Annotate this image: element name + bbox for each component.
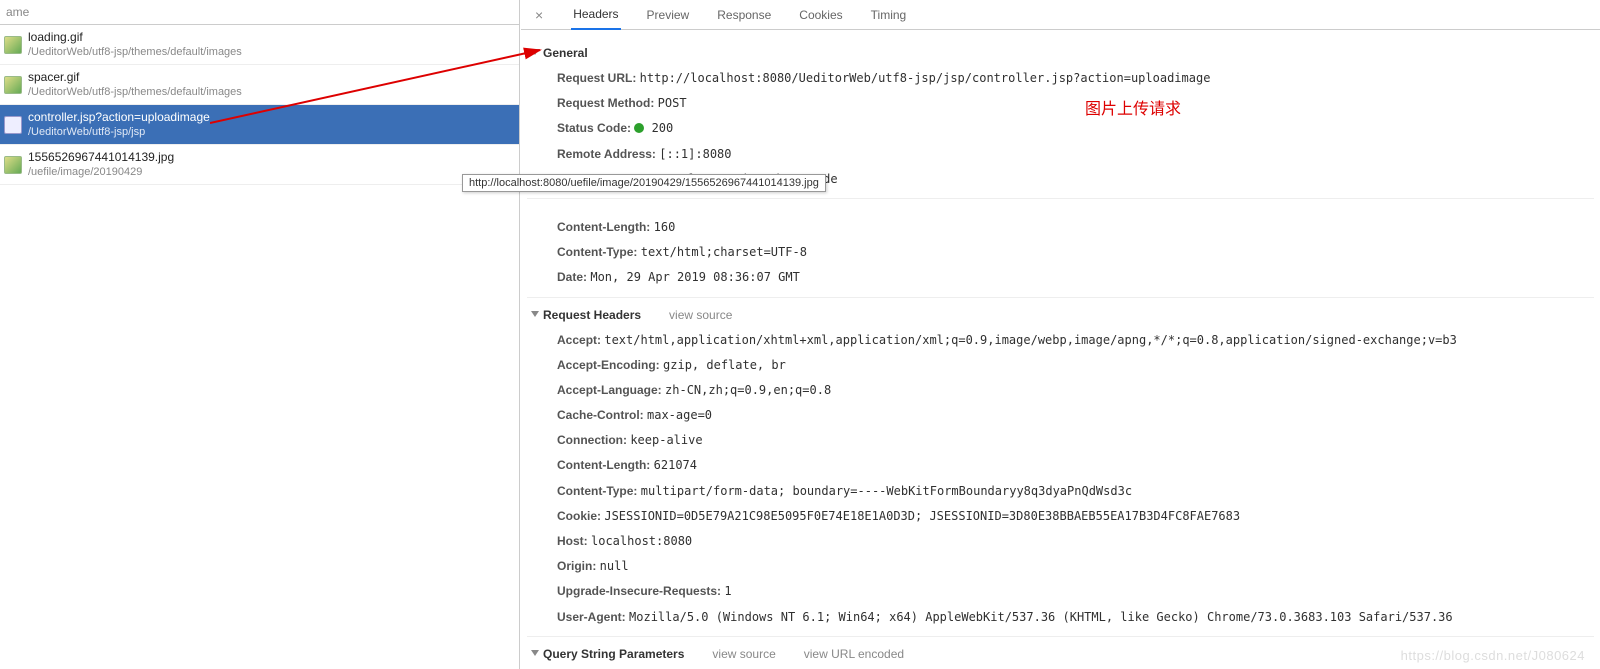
tab-headers[interactable]: Headers [571,0,620,30]
request-name: 1556526967441014139.jpg [28,149,174,165]
header-row: Host: localhost:8080 [527,529,1594,554]
header-value: Mon, 29 Apr 2019 08:36:07 GMT [590,270,800,284]
header-key: Accept-Encoding: [557,358,663,372]
section-title[interactable]: Request Headersview source [527,298,1594,328]
header-key: Content-Type: [557,484,641,498]
header-value: 160 [654,220,676,234]
header-row: Origin: null [527,554,1594,579]
request-row[interactable]: loading.gif/UeditorWeb/utf8-jsp/themes/d… [0,25,519,65]
header-key: Upgrade-Insecure-Requests: [557,584,724,598]
headers-detail: GeneralRequest URL: http://localhost:808… [521,30,1600,669]
header-key: Cookie: [557,509,604,523]
header-row: Accept-Encoding: gzip, deflate, br [527,353,1594,378]
request-row[interactable]: controller.jsp?action=uploadimage/Uedito… [0,105,519,145]
header-row: Status Code: 200 [527,116,1594,141]
status-dot-icon [634,123,644,133]
header-key: Cache-Control: [557,408,647,422]
header-key: Remote Address: [557,147,659,161]
header-row: Content-Type: text/html;charset=UTF-8 [527,240,1594,265]
header-key: Request Method: [557,96,658,110]
request-list: loading.gif/UeditorWeb/utf8-jsp/themes/d… [0,25,519,185]
request-path: /uefile/image/20190429 [28,165,174,180]
requests-header: ame [0,0,519,25]
request-name: loading.gif [28,29,242,45]
header-key: User-Agent: [557,610,629,624]
header-key: Accept-Language: [557,383,665,397]
header-value: max-age=0 [647,408,712,422]
header-value: text/html;charset=UTF-8 [641,245,807,259]
header-key: Host: [557,534,591,548]
header-row: Request Method: POST [527,91,1594,116]
document-icon [4,116,22,134]
header-value: Mozilla/5.0 (Windows NT 6.1; Win64; x64)… [629,610,1453,624]
header-key: Content-Length: [557,220,654,234]
header-row: Date: Mon, 29 Apr 2019 08:36:07 GMT [527,265,1594,290]
header-key: Status Code: [557,121,634,135]
header-value: POST [658,96,687,110]
header-value: 200 [634,121,673,135]
request-row[interactable]: 1556526967441014139.jpg/uefile/image/201… [0,145,519,185]
header-row: Content-Length: 621074 [527,453,1594,478]
header-key: Content-Length: [557,458,654,472]
request-path: /UeditorWeb/utf8-jsp/jsp [28,125,210,140]
header-value: gzip, deflate, br [663,358,786,372]
header-key: Content-Type: [557,245,641,259]
header-row: User-Agent: Mozilla/5.0 (Windows NT 6.1;… [527,605,1594,630]
header-row: Remote Address: [::1]:8080 [527,142,1594,167]
collapse-icon [531,311,539,317]
collapse-icon [531,49,539,55]
requests-panel: ame loading.gif/UeditorWeb/utf8-jsp/them… [0,0,520,669]
view-source-link[interactable]: view source [669,308,732,322]
request-path: /UeditorWeb/utf8-jsp/themes/default/imag… [28,45,242,60]
header-row: Cookie: JSESSIONID=0D5E79A21C98E5095F0E7… [527,504,1594,529]
header-value: null [600,559,629,573]
request-name: spacer.gif [28,69,242,85]
header-value: multipart/form-data; boundary=----WebKit… [641,484,1132,498]
request-path: /UeditorWeb/utf8-jsp/themes/default/imag… [28,85,242,100]
header-row: Request URL: http://localhost:8080/Uedit… [527,66,1594,91]
header-value: text/html,application/xhtml+xml,applicat… [604,333,1457,347]
header-value: localhost:8080 [591,534,692,548]
annotation-text: 图片上传请求 [1085,95,1181,119]
header-row: Upgrade-Insecure-Requests: 1 [527,579,1594,604]
header-key: Origin: [557,559,600,573]
section-title[interactable]: General [527,36,1594,66]
header-value: keep-alive [630,433,702,447]
image-icon [4,156,22,174]
watermark: https://blog.csdn.net/J080624 [1401,648,1585,663]
header-value: [::1]:8080 [659,147,731,161]
request-name: controller.jsp?action=uploadimage [28,109,210,125]
header-row: Content-Type: multipart/form-data; bound… [527,479,1594,504]
header-row: Content-Length: 160 [527,215,1594,240]
header-key: Connection: [557,433,630,447]
header-value: JSESSIONID=0D5E79A21C98E5095F0E74E18E1A0… [604,509,1240,523]
view-source-link[interactable]: view URL encoded [804,647,904,661]
header-value: 1 [724,584,731,598]
header-key: Request URL: [557,71,640,85]
header-value: 621074 [654,458,697,472]
header-row: Connection: keep-alive [527,428,1594,453]
details-panel: × Headers Preview Response Cookies Timing Ge… [521,0,1600,669]
tab-cookies[interactable]: Cookies [797,1,844,29]
header-row: Accept-Language: zh-CN,zh;q=0.9,en;q=0.8 [527,378,1594,403]
header-key: Date: [557,270,590,284]
tab-bar: × Headers Preview Response Cookies Timing [521,0,1600,30]
header-value: zh-CN,zh;q=0.9,en;q=0.8 [665,383,831,397]
header-value: http://localhost:8080/UeditorWeb/utf8-js… [640,71,1211,85]
close-icon[interactable]: × [531,7,547,23]
header-key: Accept: [557,333,604,347]
tab-preview[interactable]: Preview [645,1,692,29]
tab-response[interactable]: Response [715,1,773,29]
tab-timing[interactable]: Timing [869,1,909,29]
request-row[interactable]: spacer.gif/UeditorWeb/utf8-jsp/themes/de… [0,65,519,105]
image-icon [4,36,22,54]
view-source-link[interactable]: view source [712,647,775,661]
image-icon [4,76,22,94]
collapse-icon [531,650,539,656]
header-row: Accept: text/html,application/xhtml+xml,… [527,328,1594,353]
hover-tooltip: http://localhost:8080/uefile/image/20190… [462,174,826,192]
header-row: Cache-Control: max-age=0 [527,403,1594,428]
